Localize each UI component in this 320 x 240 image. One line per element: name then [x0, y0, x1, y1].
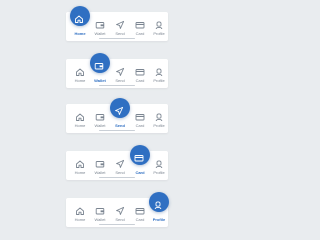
tab-wallet[interactable]: Wallet	[91, 151, 109, 180]
tab-label: Profile	[153, 170, 165, 175]
profile-icon	[154, 20, 164, 30]
tab-profile[interactable]: Profile	[149, 192, 169, 227]
tab-send[interactable]: Send	[111, 151, 129, 180]
tab-card[interactable]: Card	[131, 198, 149, 227]
card-icon	[135, 20, 145, 30]
wallet-icon	[95, 20, 105, 30]
tab-home[interactable]: Home	[70, 6, 90, 41]
tab-wallet[interactable]: Wallet	[90, 53, 110, 88]
tab-profile[interactable]: Profile	[150, 12, 168, 41]
bottom-tab-bar: Home Wallet Send Card Profile	[66, 98, 168, 133]
send-icon	[115, 20, 125, 30]
active-tab-bubble	[110, 98, 130, 118]
tab-label: Profile	[153, 31, 165, 36]
profile-icon	[154, 112, 164, 122]
card-icon	[134, 153, 144, 163]
tab-card[interactable]: Card	[131, 12, 149, 41]
tab-label: Profile	[153, 78, 165, 83]
tab-card[interactable]: Card	[130, 145, 150, 180]
home-icon	[75, 159, 85, 169]
bottom-tab-bar: Home Wallet Send Card Profile	[66, 192, 169, 227]
tab-profile[interactable]: Profile	[150, 104, 168, 133]
profile-icon	[153, 200, 163, 210]
tab-wallet[interactable]: Wallet	[91, 104, 109, 133]
active-tab-bubble	[130, 145, 150, 165]
card-icon	[135, 67, 145, 77]
bottom-tab-bar: Home Wallet Send Card Profile	[66, 53, 168, 88]
send-icon	[115, 206, 125, 216]
home-icon	[75, 206, 85, 216]
tab-send[interactable]: Send	[110, 98, 130, 133]
bottom-tab-bar: Home Wallet Send Card Profile	[66, 6, 168, 41]
active-tab-bubble	[90, 53, 110, 73]
send-icon	[114, 106, 124, 116]
tab-send[interactable]: Send	[111, 59, 129, 88]
tab-profile[interactable]: Profile	[150, 151, 168, 180]
tab-card[interactable]: Card	[131, 59, 149, 88]
tab-home[interactable]: Home	[71, 151, 89, 180]
wallet-icon	[94, 61, 104, 71]
tab-label: Profile	[152, 217, 166, 222]
wallet-icon	[95, 112, 105, 122]
tab-wallet[interactable]: Wallet	[91, 198, 109, 227]
card-icon	[135, 112, 145, 122]
home-icon	[75, 112, 85, 122]
active-tab-bubble	[149, 192, 169, 212]
card-icon	[135, 206, 145, 216]
wallet-icon	[95, 206, 105, 216]
home-icon	[75, 67, 85, 77]
home-indicator	[99, 85, 135, 86]
tab-home[interactable]: Home	[71, 59, 89, 88]
tab-home[interactable]: Home	[71, 104, 89, 133]
tab-profile[interactable]: Profile	[150, 59, 168, 88]
profile-icon	[154, 67, 164, 77]
tab-send[interactable]: Send	[111, 12, 129, 41]
tab-label: Profile	[153, 123, 165, 128]
profile-icon	[154, 159, 164, 169]
home-indicator	[99, 38, 135, 39]
home-indicator	[99, 224, 135, 225]
tab-card[interactable]: Card	[131, 104, 149, 133]
home-indicator	[99, 130, 135, 131]
tab-send[interactable]: Send	[111, 198, 129, 227]
home-indicator	[99, 177, 135, 178]
bottom-tab-bar: Home Wallet Send Card Profile	[66, 145, 168, 180]
send-icon	[115, 67, 125, 77]
tab-wallet[interactable]: Wallet	[91, 12, 109, 41]
send-icon	[115, 159, 125, 169]
wallet-icon	[95, 159, 105, 169]
home-icon	[74, 14, 84, 24]
active-tab-bubble	[70, 6, 90, 26]
tab-home[interactable]: Home	[71, 198, 89, 227]
